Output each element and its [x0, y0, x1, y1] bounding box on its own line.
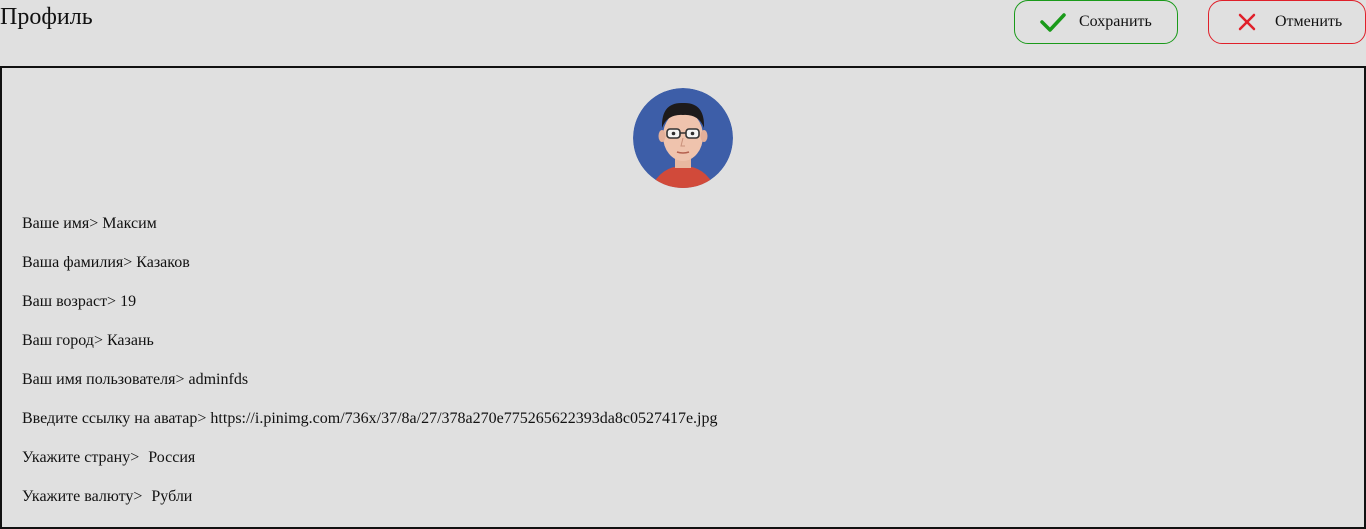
cancel-button-label: Отменить — [1275, 13, 1343, 30]
last-name-row: Ваша фамилия> Казаков — [22, 251, 717, 290]
field-label: Ваш имя пользователя> — [22, 371, 185, 388]
field-label: Ваш возраст> — [22, 293, 117, 310]
page-title: Профиль — [0, 4, 93, 30]
avatar-url-row: Введите ссылку на аватар> https://i.pinim… — [22, 407, 717, 446]
currency-select[interactable]: Рубли — [151, 488, 192, 505]
country-select[interactable]: Россия — [148, 449, 195, 466]
field-label: Укажите страну> — [22, 449, 140, 466]
save-button-label: Сохранить — [1079, 13, 1152, 30]
field-label: Укажите валюту> — [22, 488, 143, 505]
city-field[interactable]: Казань — [107, 332, 154, 349]
first-name-field[interactable]: Максим — [102, 215, 157, 232]
first-name-row: Ваше имя> Максим — [22, 212, 717, 251]
cancel-button[interactable]: Отменить — [1208, 0, 1366, 44]
profile-fields: Ваше имя> Максим Ваша фамилия> Казаков Ваш… — [22, 212, 717, 524]
profile-card: Ваше имя> Максим Ваша фамилия> Казаков Ваш… — [0, 66, 1366, 529]
avatar — [633, 88, 733, 188]
save-button[interactable]: Сохранить — [1014, 0, 1178, 44]
field-label: Введите ссылку на аватар> — [22, 410, 207, 427]
username-field[interactable]: adminfds — [189, 371, 249, 388]
field-label: Ваш город> — [22, 332, 103, 349]
username-row: Ваш имя пользователя> adminfds — [22, 368, 717, 407]
age-field[interactable]: 19 — [120, 293, 136, 310]
top-bar: Профиль Сохранить Отменить — [0, 0, 1366, 66]
close-icon — [1233, 8, 1261, 36]
last-name-field[interactable]: Казаков — [136, 254, 190, 271]
field-label: Ваше имя> — [22, 215, 99, 232]
avatar-url-field[interactable]: https://i.pinimg.com/736x/37/8a/27/378a2… — [210, 410, 717, 427]
currency-row: Укажите валюту> Рубли — [22, 485, 717, 524]
country-row: Укажите страну> Россия — [22, 446, 717, 485]
age-row: Ваш возраст> 19 — [22, 290, 717, 329]
field-label: Ваша фамилия> — [22, 254, 133, 271]
city-row: Ваш город> Казань — [22, 329, 717, 368]
checkmark-icon — [1039, 8, 1067, 36]
